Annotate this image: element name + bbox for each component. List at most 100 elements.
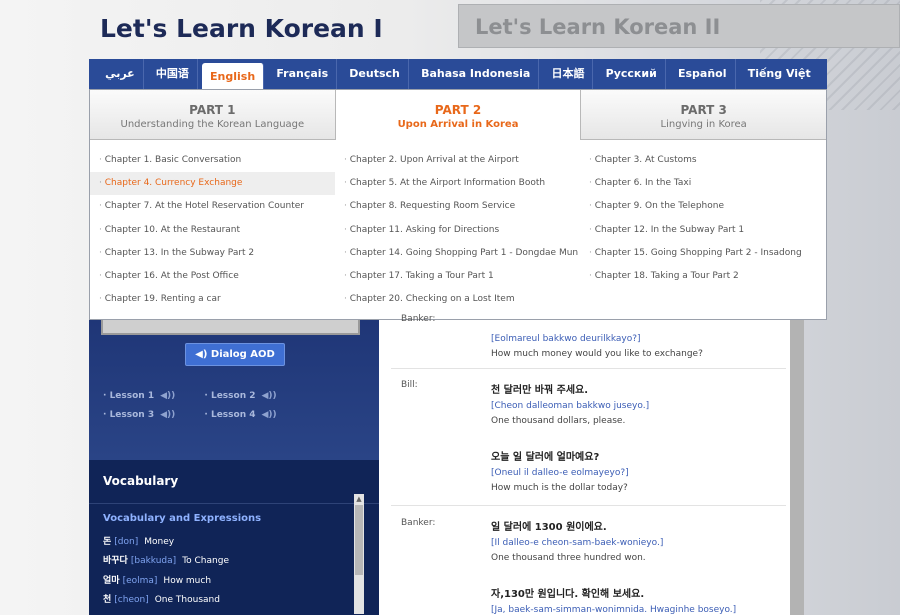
vocab-english: To Change	[182, 556, 229, 567]
part-title: PART 2	[434, 103, 482, 117]
translation: How much is the dollar today?	[491, 483, 628, 493]
chapter-list: Chapter 1. Basic Conversation Chapter 2.…	[90, 149, 826, 311]
dialog-aod-button[interactable]: ◀) Dialog AOD	[185, 343, 285, 366]
chapter-link[interactable]: Chapter 20. Checking on a Lost Item	[335, 288, 580, 311]
lesson-controls: ◀) Dialog AOD · Lesson 1 ◀)) · Lesson 2 ◀)…	[89, 320, 379, 460]
lesson-label: Lesson 1	[109, 391, 155, 401]
vocab-romanization: [don]	[114, 537, 139, 547]
vocab-korean: 얼마	[103, 575, 120, 586]
chapter-link[interactable]: Chapter 15. Going Shopping Part 2 - Insa…	[580, 242, 826, 265]
speaker-icon: ◀)	[195, 349, 208, 360]
lang-russian[interactable]: Русский	[598, 59, 666, 89]
romanization: [Eolmareul bakkwo deurilkkayo?]	[491, 334, 641, 344]
chapter-link[interactable]: Chapter 16. At the Post Office	[90, 265, 335, 288]
divider	[391, 368, 786, 369]
chapter-link[interactable]: Chapter 19. Renting a car	[90, 288, 335, 311]
lang-french[interactable]: Français	[268, 59, 338, 89]
speaker-icon[interactable]: ◀))	[262, 410, 277, 420]
romanization: [Il dalleo-e cheon-sam-baek-wonieyo.]	[491, 538, 664, 548]
vocab-english: One Thousand	[154, 594, 220, 605]
korean-text: 오늘 일 달러에 얼마예요?	[491, 452, 600, 463]
language-bar: عربي 中国语 English Français Deutsch Bahasa…	[89, 59, 827, 89]
speaker-icon[interactable]: ◀))	[262, 391, 277, 401]
vocab-romanization: [bakkuda]	[130, 556, 177, 567]
dialog-line: 일 달러에 1300 원이에요. [Il dalleo-e cheon-sam-…	[491, 518, 787, 563]
vocabulary-subheading: Vocabulary and Expressions	[103, 513, 262, 524]
lang-english[interactable]: English	[202, 63, 265, 89]
tab-part-1[interactable]: PART 1 Understanding the Korean Language	[90, 90, 336, 140]
chapter-link[interactable]: Chapter 9. On the Telephone	[580, 195, 826, 218]
speaker-icon[interactable]: ◀))	[160, 391, 175, 401]
romanization: [Oneul il dalleo-e eolmayeyo?]	[491, 468, 629, 478]
lang-arabic[interactable]: عربي	[97, 59, 144, 89]
lang-indonesian[interactable]: Bahasa Indonesia	[413, 59, 540, 89]
chapter-link[interactable]: Chapter 13. In the Subway Part 2	[90, 242, 335, 265]
translation: How much money would you like to exchang…	[491, 349, 703, 359]
chapter-link[interactable]: Chapter 12. In the Subway Part 1	[580, 219, 826, 242]
lesson-label: Lesson 4	[210, 410, 256, 420]
dialog-line: [Eolmareul bakkwo deurilkkayo?] How much…	[491, 329, 787, 359]
divider	[89, 503, 379, 504]
vocabulary-heading: Vocabulary	[103, 474, 179, 488]
chapter-link[interactable]: Chapter 7. At the Hotel Reservation Coun…	[90, 195, 335, 218]
vocabulary-panel: Vocabulary Vocabulary and Expressions 돈[…	[89, 460, 379, 615]
romanization: [Cheon dalleoman bakkwo juseyo.]	[491, 401, 650, 411]
chapter-link-active[interactable]: Chapter 4. Currency Exchange	[90, 172, 335, 196]
chapter-link[interactable]: Chapter 17. Taking a Tour Part 1	[335, 265, 580, 288]
vocabulary-list: 돈 [don] Money 바꾸다 [bakkuda] To Change 얼마 [eol…	[103, 533, 348, 610]
translation: One thousand dollars, please.	[491, 416, 626, 426]
dialog-aod-label: Dialog AOD	[210, 349, 275, 360]
site-title-korean-2: Let's Learn Korean II	[475, 15, 721, 39]
vocabulary-scrollbar[interactable]: ▲	[354, 494, 364, 614]
chapter-link[interactable]: Chapter 5. At the Airport Information Bo…	[335, 172, 580, 195]
lesson-item[interactable]: · Lesson 2 ◀))	[204, 387, 276, 406]
lang-german[interactable]: Deutsch	[341, 59, 409, 89]
vocab-korean: 바꾸다	[103, 556, 128, 567]
lesson-item[interactable]: · Lesson 4 ◀))	[204, 406, 276, 425]
dialog-line: 천 달러만 바꿔 주세요. [Cheon dalleoman bakkwo ju…	[491, 381, 787, 426]
chapter-link[interactable]: Chapter 8. Requesting Room Service	[335, 195, 580, 218]
dialog-scrollbar[interactable]	[790, 320, 804, 615]
vocab-korean: 천	[103, 594, 112, 605]
lesson-list: · Lesson 1 ◀)) · Lesson 2 ◀)) · Lesson 3 ◀)…	[103, 387, 373, 425]
site-title-korean-2-tab[interactable]: Let's Learn Korean II	[458, 4, 900, 48]
speaker-label: Banker:	[401, 314, 436, 324]
chapter-link[interactable]: Chapter 10. At the Restaurant	[90, 219, 335, 242]
lesson-item[interactable]: · Lesson 3 ◀))	[103, 406, 175, 425]
dialog-line: 자,130만 원입니다. 확인해 보세요. [Ja, baek-sam-simm…	[491, 585, 787, 615]
scrollbar-thumb[interactable]	[355, 505, 363, 575]
lesson-sidebar: ◀) Dialog AOD · Lesson 1 ◀)) · Lesson 2 ◀)…	[89, 320, 379, 615]
lesson-item[interactable]: · Lesson 1 ◀))	[103, 387, 175, 406]
vocab-romanization: [cheon]	[114, 594, 149, 605]
korean-text: 일 달러에 1300 원이에요.	[491, 522, 607, 533]
romanization: [Ja, baek-sam-simman-wonimnida. Hwaginhe…	[491, 605, 737, 615]
speaker-icon[interactable]: ◀))	[160, 410, 175, 420]
speaker-label: Bill:	[401, 380, 418, 390]
part-subtitle: Lingving in Korea	[660, 119, 747, 130]
scroll-up-icon[interactable]: ▲	[354, 494, 364, 504]
dialog-panel: Banker: [Eolmareul bakkwo deurilkkayo?] …	[379, 314, 804, 615]
dialog-line: 오늘 일 달러에 얼마예요? [Oneul il dalleo-e eolmay…	[491, 448, 787, 493]
chapter-link[interactable]: Chapter 2. Upon Arrival at the Airport	[335, 149, 580, 172]
video-frame-bottom	[101, 320, 360, 335]
chapter-link[interactable]: Chapter 3. At Customs	[580, 149, 826, 172]
vocab-romanization: [eolma]	[122, 575, 158, 586]
lang-spanish[interactable]: Español	[670, 59, 736, 89]
chapter-link[interactable]: Chapter 18. Taking a Tour Part 2	[580, 265, 826, 288]
lang-chinese[interactable]: 中国语	[148, 59, 198, 89]
lang-vietnamese[interactable]: Tiếng Việt	[740, 59, 819, 89]
tab-part-2[interactable]: PART 2 Upon Arrival in Korea	[335, 90, 582, 140]
lesson-label: Lesson 2	[210, 391, 256, 401]
part-subtitle: Understanding the Korean Language	[120, 119, 305, 130]
chapter-link[interactable]: Chapter 1. Basic Conversation	[90, 149, 335, 172]
lang-japanese[interactable]: 日本語	[543, 59, 594, 89]
vocab-item: 천 [cheon] One Thousand	[103, 591, 348, 610]
chapter-link[interactable]: Chapter 11. Asking for Directions	[335, 219, 580, 242]
chapter-link[interactable]: Chapter 6. In the Taxi	[580, 172, 826, 195]
lesson-label: Lesson 3	[109, 410, 155, 420]
vocab-english: How much	[163, 575, 212, 586]
chapter-link[interactable]: Chapter 14. Going Shopping Part 1 - Dong…	[335, 242, 580, 265]
tab-part-3[interactable]: PART 3 Lingving in Korea	[581, 90, 827, 140]
site-title-korean-1[interactable]: Let's Learn Korean I	[100, 14, 383, 43]
vocab-english: Money	[144, 537, 175, 547]
